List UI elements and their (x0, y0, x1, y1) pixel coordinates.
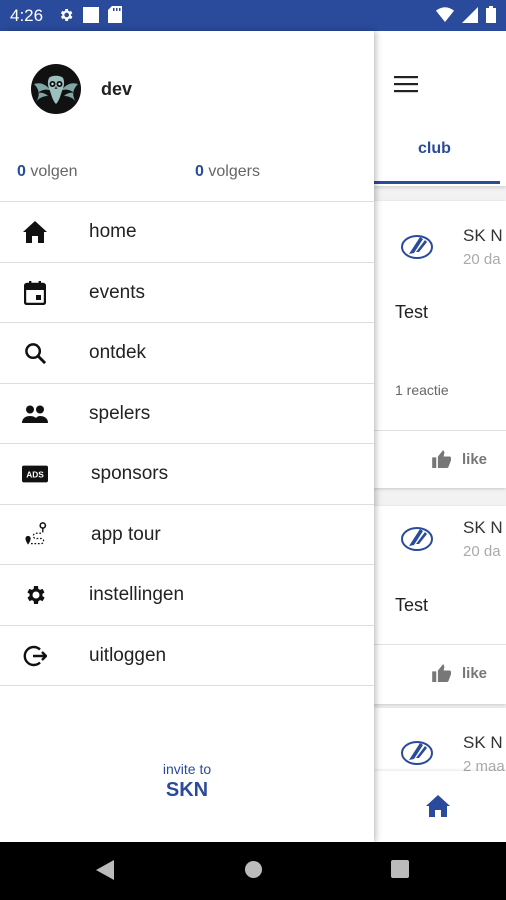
post-card[interactable]: SK N 20 da Test 1 reactie like (374, 201, 506, 488)
system-nav-bar (0, 842, 506, 900)
menu-item-app-tour[interactable]: app tour (0, 505, 374, 565)
feed-header: club (374, 31, 506, 186)
club-logo-icon (401, 527, 433, 551)
gear-icon (22, 583, 48, 607)
post-card[interactable]: SK N 20 da Test like (374, 506, 506, 704)
menu-label: events (89, 281, 145, 303)
post-author: SK N (463, 226, 503, 245)
invite-text: invite to (162, 761, 212, 777)
following-count: 0 (17, 163, 26, 180)
followers-stat[interactable]: 0 volgers (195, 163, 260, 181)
menu-item-instellingen[interactable]: instellingen (0, 565, 374, 626)
menu-item-events[interactable]: events (0, 263, 374, 323)
status-bar: 4:26 (0, 0, 506, 31)
menu-label: app tour (91, 523, 161, 545)
route-icon (22, 520, 48, 550)
followers-count: 0 (195, 163, 204, 180)
navigation-drawer: dev 0 volgen 0 volgers home events ontde… (0, 31, 374, 842)
like-button[interactable]: like (432, 664, 487, 682)
home-button-icon[interactable] (244, 860, 263, 879)
post-text: Test (395, 595, 429, 615)
post-divider (374, 644, 506, 645)
menu-item-spelers[interactable]: spelers (0, 384, 374, 444)
logout-icon (22, 644, 48, 668)
bottom-nav (374, 771, 506, 842)
people-icon (22, 402, 48, 426)
post-card[interactable]: SK N 2 maa (374, 708, 506, 778)
invite-club-name: SKN (165, 779, 209, 801)
menu-label: uitloggen (89, 644, 167, 666)
menu-label: ontdek (89, 342, 147, 363)
settings-notification-icon (60, 8, 73, 21)
menu-item-uitloggen[interactable]: uitloggen (0, 626, 374, 686)
background-feed: club SK N 20 da Test 1 reactie like SK N… (374, 31, 506, 842)
avatar[interactable] (31, 64, 81, 114)
search-icon (22, 341, 48, 365)
hamburger-menu-icon[interactable] (394, 74, 418, 94)
followers-label: volgers (208, 163, 260, 180)
following-stat[interactable]: 0 volgen (17, 163, 78, 181)
like-button[interactable]: like (432, 450, 487, 468)
screen: 4:26 club SK N 20 da Test 1 reactie like… (0, 0, 506, 900)
signal-icon (462, 6, 478, 23)
post-reactions[interactable]: 1 reactie (395, 382, 449, 398)
status-time: 4:26 (10, 6, 44, 25)
svg-text:ADS: ADS (26, 470, 44, 480)
thumbs-up-icon (432, 450, 451, 468)
menu-label: spelers (89, 402, 151, 424)
menu-item-home[interactable]: home (0, 202, 374, 263)
menu-item-ontdek[interactable]: ontdek (0, 323, 374, 384)
home-icon (22, 220, 48, 244)
thumbs-up-icon (432, 664, 451, 682)
white-square-icon (83, 6, 99, 23)
wifi-icon (436, 7, 454, 22)
sd-card-icon (108, 6, 122, 23)
owl-avatar-icon (34, 75, 78, 104)
club-logo-icon (401, 741, 433, 765)
post-date: 20 da (463, 543, 501, 560)
battery-icon (486, 6, 496, 23)
post-date: 20 da (463, 251, 501, 268)
menu-label: home (89, 221, 137, 242)
following-label: volgen (30, 163, 78, 180)
menu-label: sponsors (91, 463, 169, 484)
invite-link[interactable]: invite to SKN (0, 761, 374, 802)
tab-club[interactable]: club (418, 140, 451, 158)
club-logo-icon (401, 235, 433, 259)
username: dev (101, 79, 133, 99)
post-author: SK N (463, 733, 503, 752)
ads-icon: ADS (22, 462, 48, 486)
drawer-menu: home events ontdek spelers ADS sponsors … (0, 201, 374, 686)
recents-icon[interactable] (391, 860, 409, 878)
like-label: like (462, 664, 488, 682)
post-divider (374, 430, 506, 431)
calendar-icon (22, 280, 48, 305)
post-author: SK N (463, 518, 503, 537)
tab-indicator (374, 181, 500, 184)
home-tab-icon[interactable] (426, 795, 450, 817)
menu-label: instellingen (89, 584, 185, 605)
post-text: Test (395, 302, 429, 322)
like-label: like (462, 450, 488, 468)
menu-item-sponsors[interactable]: ADS sponsors (0, 444, 374, 505)
back-icon[interactable] (96, 860, 114, 880)
